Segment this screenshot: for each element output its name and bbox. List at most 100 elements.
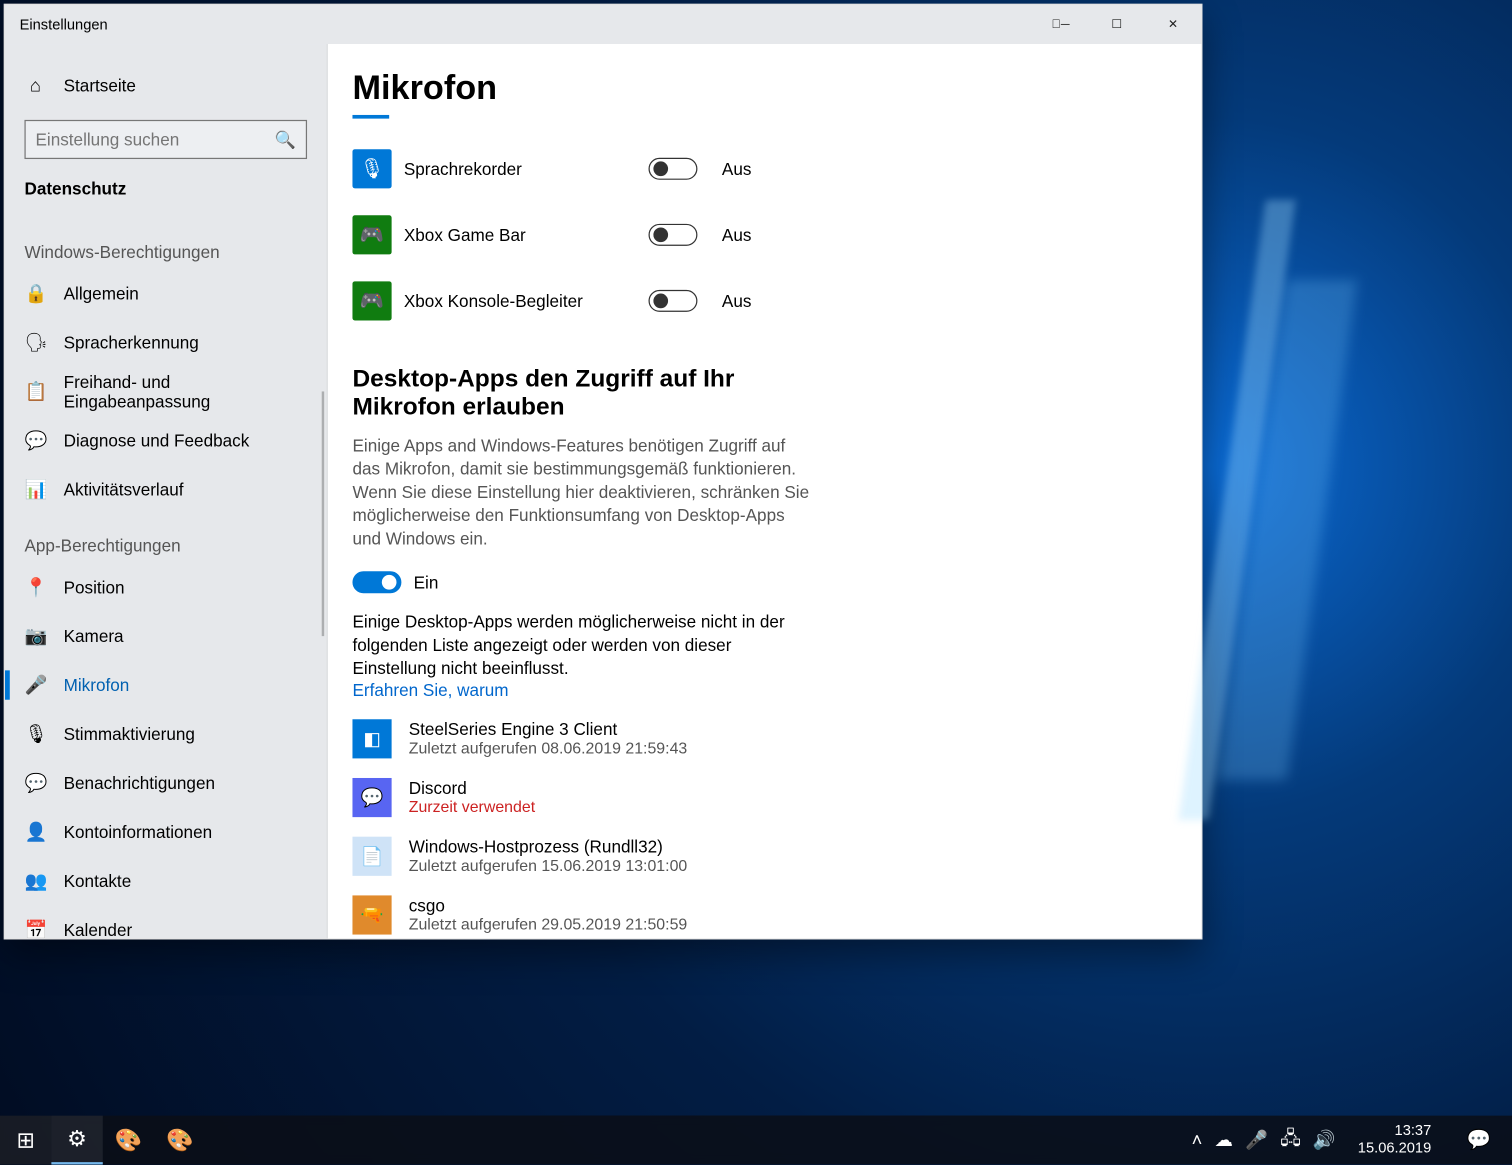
sidebar-item-position[interactable]: 📍 Position — [5, 563, 327, 612]
notification-icon: 💬 — [1467, 1128, 1491, 1152]
settings-search[interactable]: 🔍 — [24, 120, 307, 159]
toggle-xbox-game-bar[interactable] — [648, 224, 697, 246]
app-tile-icon: 💬 — [352, 778, 391, 817]
search-icon: 🔍 — [275, 129, 296, 150]
sidebar-item-kontoinformationen[interactable]: 👤 Kontoinformationen — [5, 807, 327, 856]
toggle-xbox-konsole-begleiter[interactable] — [648, 290, 697, 312]
taskbar-app-paint[interactable]: 🎨 — [103, 1116, 154, 1165]
sidebar-item-mikrofon[interactable]: 🎤 Mikrofon — [5, 661, 327, 710]
desktop-app-row: 🔫 csgo Zuletzt aufgerufen 29.05.2019 21:… — [352, 896, 1172, 935]
contacts-icon: 👥 — [24, 870, 46, 892]
sidebar-item-label: Kalender — [64, 920, 133, 938]
desktop-app-row: 💬 Discord Zurzeit verwendet — [352, 778, 1172, 817]
sidebar-home-label: Startseite — [64, 76, 136, 96]
account-icon: 👤 — [24, 821, 46, 843]
sidebar-item-label: Aktivitätsverlauf — [64, 480, 184, 500]
inking-icon: 📋 — [24, 380, 46, 402]
desktop-wallpaper: Einstellungen ─ ☐ ✕ ⌂ Startseite 🔍 Date… — [0, 0, 1512, 1165]
sidebar-item-kalender[interactable]: 📅 Kalender — [5, 905, 327, 938]
desktop-app-name: Discord — [409, 778, 535, 798]
sidebar-item-benachrichtigungen[interactable]: 💬 Benachrichtigungen — [5, 758, 327, 807]
sidebar-item-aktivitaet[interactable]: 📊 Aktivitätsverlauf — [5, 465, 327, 514]
taskbar-app-settings[interactable]: ⚙ — [51, 1116, 102, 1165]
location-icon: 📍 — [24, 576, 46, 598]
desktop-app-sub: Zuletzt aufgerufen 15.06.2019 13:01:00 — [409, 856, 688, 874]
sidebar-current-category: Datenschutz — [5, 169, 327, 220]
tray-volume-icon[interactable]: 🔊 — [1313, 1129, 1336, 1151]
sidebar-item-allgemein[interactable]: 🔒 Allgemein — [5, 269, 327, 318]
taskbar-app-paint-2[interactable]: 🎨 — [154, 1116, 205, 1165]
settings-sidebar: ⌂ Startseite 🔍 Datenschutz Windows-Berec… — [5, 44, 328, 938]
sidebar-item-stimmaktivierung[interactable]: 🎙 Stimmaktivierung — [5, 710, 327, 759]
toggle-sprachrekorder[interactable] — [648, 158, 697, 180]
app-tile-icon: 🎙 — [352, 149, 391, 188]
toggle-desktop-apps[interactable] — [352, 572, 401, 594]
sidebar-home[interactable]: ⌂ Startseite — [5, 61, 327, 110]
desktop-apps-description: Einige Apps and Windows-Features benötig… — [352, 434, 817, 550]
toggle-state-label: Ein — [413, 573, 438, 593]
sidebar-item-label: Freihand- und Eingabeanpassung — [64, 372, 307, 411]
sidebar-item-kontakte[interactable]: 👥 Kontakte — [5, 856, 327, 905]
taskbar-clock[interactable]: 13:37 15.06.2019 — [1348, 1123, 1441, 1157]
sidebar-item-label: Mikrofon — [64, 675, 130, 695]
sidebar-item-kamera[interactable]: 📷 Kamera — [5, 612, 327, 661]
calendar-icon: 📅 — [24, 919, 46, 939]
sidebar-item-spracherkennung[interactable]: 🗣 Spracherkennung — [5, 318, 327, 367]
app-name: Sprachrekorder — [404, 159, 636, 179]
system-tray[interactable]: ˄ ☁ 🎤 🖧 🔊 13:37 15.06.2019 💬 — [1192, 1116, 1512, 1165]
maximize-button[interactable]: ☐ — [1089, 5, 1145, 44]
app-tile-icon: 🎮 — [352, 215, 391, 254]
voice-activation-icon: 🎙 — [24, 723, 46, 745]
tray-cloud-icon[interactable]: ☁ — [1215, 1129, 1233, 1151]
sidebar-item-label: Stimmaktivierung — [64, 724, 195, 744]
tray-network-icon[interactable]: 🖧 — [1280, 1125, 1300, 1156]
desktop-app-sub: Zurzeit verwendet — [409, 798, 535, 816]
notifications-icon: 💬 — [24, 772, 46, 794]
desktop-app-sub: Zuletzt aufgerufen 29.05.2019 21:50:59 — [409, 915, 688, 933]
microphone-icon: 🎤 — [24, 674, 46, 696]
minimize-button[interactable]: ─ — [1032, 5, 1088, 44]
toggle-state-label: Aus — [722, 159, 752, 179]
page-title: Mikrofon — [352, 69, 1172, 119]
app-tile-icon: 🎮 — [352, 281, 391, 320]
sidebar-section-apps: App-Berechtigungen — [5, 514, 327, 563]
start-button[interactable]: ⊞ — [0, 1116, 51, 1165]
sidebar-item-label: Position — [64, 577, 125, 597]
lock-icon: 🔒 — [24, 283, 46, 305]
sidebar-item-label: Diagnose und Feedback — [64, 431, 250, 451]
search-input[interactable] — [35, 130, 274, 150]
windows-logo-icon: ⊞ — [16, 1127, 34, 1153]
paint-icon: 🎨 — [115, 1127, 142, 1153]
desktop-apps-heading: Desktop-Apps den Zugriff auf Ihr Mikrofo… — [352, 366, 792, 422]
desktop-app-name: Windows-Hostprozess (Rundll32) — [409, 837, 688, 857]
app-tile-icon: 📄 — [352, 837, 391, 876]
taskbar[interactable]: ⊞ ⚙ 🎨 🎨 ˄ ☁ 🎤 🖧 🔊 13:37 15.06.2019 💬 — [0, 1116, 1512, 1165]
sidebar-item-freihand[interactable]: 📋 Freihand- und Eingabeanpassung — [5, 367, 327, 416]
desktop-app-name: csgo — [409, 896, 688, 916]
sidebar-section-windows: Windows-Berechtigungen — [5, 220, 327, 269]
toggle-state-label: Aus — [722, 291, 752, 311]
desktop-apps-note: Einige Desktop-Apps werden möglicherweis… — [352, 611, 817, 680]
action-center-button[interactable]: 💬 — [1453, 1116, 1504, 1165]
close-button[interactable]: ✕ — [1145, 5, 1201, 44]
app-row-xbox-game-bar: 🎮 Xbox Game Bar Aus — [352, 202, 1172, 268]
tray-microphone-icon[interactable]: 🎤 — [1245, 1129, 1268, 1151]
toggle-state-label: Aus — [722, 225, 752, 245]
gear-icon: ⚙ — [67, 1126, 87, 1152]
app-name: Xbox Game Bar — [404, 225, 636, 245]
speech-icon: 🗣 — [24, 332, 46, 354]
app-row-xbox-konsole-begleiter: 🎮 Xbox Konsole-Begleiter Aus — [352, 268, 1172, 334]
desktop-app-row: ◧ SteelSeries Engine 3 Client Zuletzt au… — [352, 719, 1172, 758]
app-name: Xbox Konsole-Begleiter — [404, 291, 636, 311]
app-tile-icon: 🔫 — [352, 896, 391, 935]
feedback-icon: 💬 — [24, 429, 46, 451]
learn-why-link[interactable]: Erfahren Sie, warum — [352, 680, 1172, 700]
tray-chevron-up-icon[interactable]: ˄ — [1192, 1130, 1203, 1151]
home-icon: ⌂ — [24, 75, 46, 96]
app-tile-icon: ◧ — [352, 719, 391, 758]
sidebar-item-label: Spracherkennung — [64, 333, 199, 353]
paint-icon: 🎨 — [166, 1127, 193, 1153]
desktop-app-sub: Zuletzt aufgerufen 08.06.2019 21:59:43 — [409, 739, 688, 757]
sidebar-item-diagnose[interactable]: 💬 Diagnose und Feedback — [5, 416, 327, 465]
window-titlebar[interactable]: Einstellungen ─ ☐ ✕ — [5, 5, 1201, 44]
